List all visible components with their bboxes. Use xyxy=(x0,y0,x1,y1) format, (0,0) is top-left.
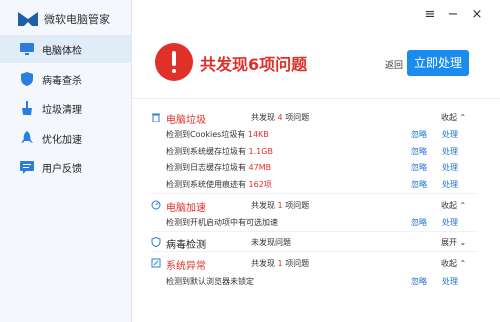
collapse-toggle[interactable]: 收起 ⌃ xyxy=(441,200,466,211)
divider xyxy=(151,251,477,252)
section-title-virus: 病毒检测 xyxy=(166,240,206,251)
sidebar-item-label: 病毒查杀 xyxy=(42,76,82,87)
feedback-icon xyxy=(20,161,34,174)
ignore-button[interactable]: 忽略 xyxy=(411,217,427,228)
section-status: 未发现问题 xyxy=(251,238,291,247)
shield-icon xyxy=(21,72,33,86)
sidebar-item-label: 垃圾清理 xyxy=(42,105,82,116)
sidebar-item-label: 优化加速 xyxy=(42,135,82,146)
ignore-button[interactable]: 忽略 xyxy=(411,179,427,190)
list-item: 检测到日志缓存垃圾有 47MB xyxy=(166,163,272,172)
system-icon xyxy=(151,258,161,268)
rocket-icon xyxy=(21,131,33,143)
collapse-toggle[interactable]: 收起 ⌃ xyxy=(441,112,466,123)
close-button[interactable]: × xyxy=(470,8,484,22)
list-item: 检测到系统缓存垃圾有 1.1GB xyxy=(166,147,273,156)
page-title: 共发现6项问题 xyxy=(200,55,308,74)
sidebar-item-label: 电脑体检 xyxy=(42,46,82,57)
sidebar-item-checkup[interactable]: 电脑体检 xyxy=(0,35,131,63)
sidebar-item-virus-scan[interactable]: 病毒查杀 xyxy=(0,65,131,93)
minimize-button[interactable]: − xyxy=(446,8,460,22)
divider xyxy=(131,98,500,99)
list-item: 检测到系统使用痕迹有 162项 xyxy=(166,180,272,189)
broom-icon xyxy=(22,101,32,115)
menu-icon[interactable]: ≡ xyxy=(423,8,437,22)
sidebar-item-feedback[interactable]: 用户反馈 xyxy=(0,153,131,181)
sidebar-item-junk-clean[interactable]: 垃圾清理 xyxy=(0,94,131,122)
shield-check-icon xyxy=(151,237,161,247)
section-title-junk: 电脑垃圾 xyxy=(166,115,206,126)
ignore-button[interactable]: 忽略 xyxy=(411,162,427,173)
list-item: 检测到默认浏览器未锁定 xyxy=(166,277,254,286)
section-status: 共发现 1 项问题 xyxy=(251,259,310,268)
ignore-button[interactable]: 忽略 xyxy=(411,276,427,287)
sidebar-item-label: 用户反馈 xyxy=(42,164,82,175)
sidebar: 微软电脑管家 电脑体检 病毒查杀 垃圾清理 优化加速 用户反馈 xyxy=(0,0,132,322)
section-status: 共发现 4 项问题 xyxy=(251,113,310,122)
speed-icon xyxy=(151,200,161,210)
fix-now-button[interactable]: 立即处理 xyxy=(407,50,469,76)
ignore-button[interactable]: 忽略 xyxy=(411,146,427,157)
back-link[interactable]: 返回 xyxy=(385,58,403,71)
app-logo-icon xyxy=(18,12,38,26)
handle-button[interactable]: 处理 xyxy=(442,179,458,190)
divider xyxy=(151,231,477,232)
handle-button[interactable]: 处理 xyxy=(442,129,458,140)
list-item: 检测到Cookies垃圾有 14KB xyxy=(166,130,269,139)
section-title-speed: 电脑加速 xyxy=(166,203,206,214)
app-window: 微软电脑管家 电脑体检 病毒查杀 垃圾清理 优化加速 用户反馈 ≡ − × 共发… xyxy=(0,0,500,322)
expand-toggle[interactable]: 展开 ⌄ xyxy=(441,237,466,248)
trash-icon xyxy=(152,113,160,122)
list-item: 检测到开机启动项中有可选加速 xyxy=(166,218,278,227)
handle-button[interactable]: 处理 xyxy=(442,276,458,287)
app-title: 微软电脑管家 xyxy=(44,13,110,26)
handle-button[interactable]: 处理 xyxy=(442,162,458,173)
section-status: 共发现 1 项问题 xyxy=(251,201,310,210)
divider xyxy=(151,193,477,194)
handle-button[interactable]: 处理 xyxy=(442,217,458,228)
sidebar-item-optimize[interactable]: 优化加速 xyxy=(0,124,131,152)
ignore-button[interactable]: 忽略 xyxy=(411,129,427,140)
monitor-icon xyxy=(20,43,34,55)
handle-button[interactable]: 处理 xyxy=(442,146,458,157)
alert-icon xyxy=(155,43,193,81)
section-title-system: 系统异常 xyxy=(166,261,206,272)
collapse-toggle[interactable]: 收起 ⌃ xyxy=(441,258,466,269)
